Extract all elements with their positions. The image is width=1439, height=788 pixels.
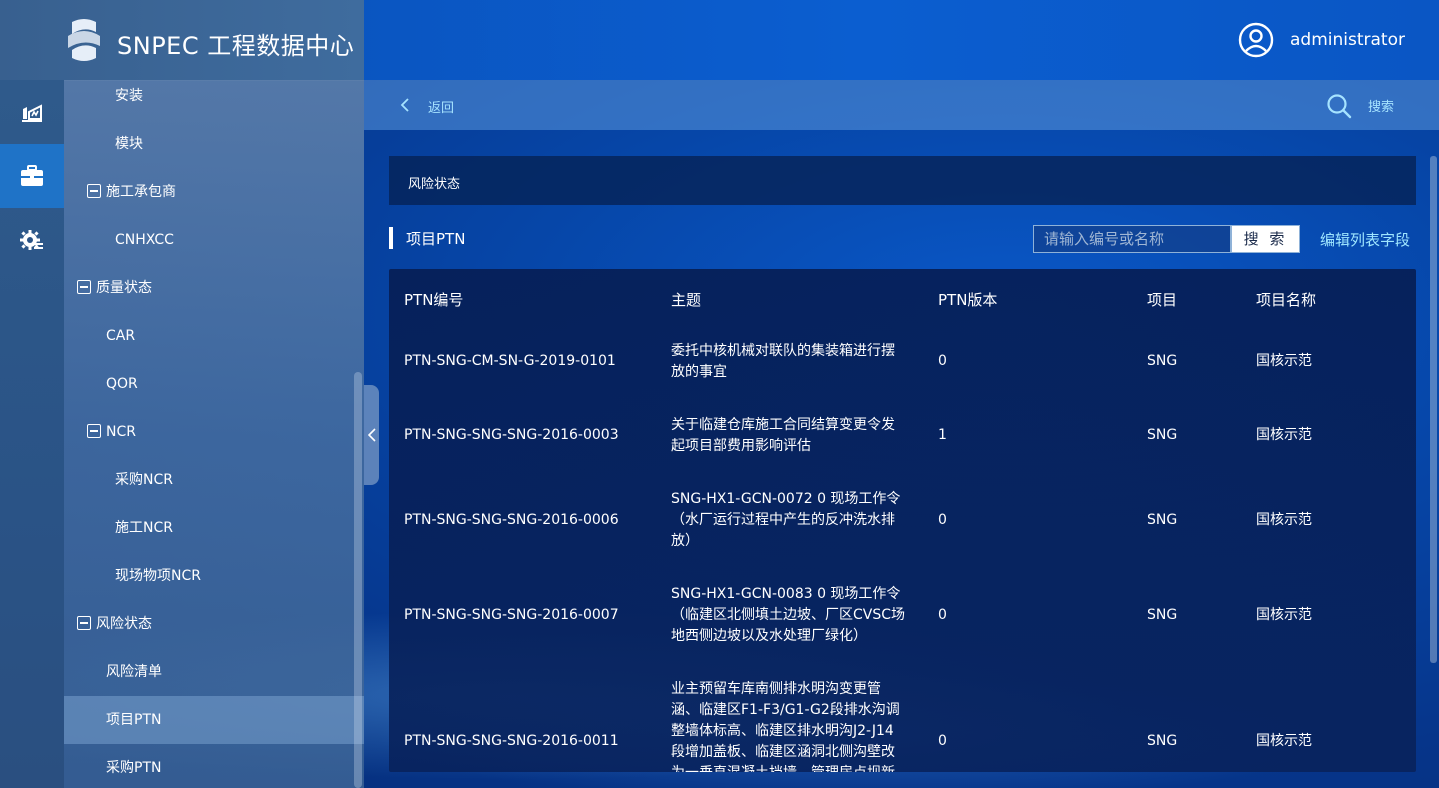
- ptn-project: SNG: [1147, 353, 1178, 369]
- title-marker: [389, 227, 393, 249]
- tree-item-label: 项目PTN: [106, 712, 162, 728]
- ptn-project-name: 国核示范: [1256, 512, 1312, 528]
- icon-rail: [0, 80, 64, 788]
- tree-item[interactable]: 风险状态: [64, 600, 364, 648]
- search-icon[interactable]: [1326, 93, 1352, 119]
- tree-item[interactable]: 质量状态: [64, 264, 364, 312]
- tree-item-label: 风险清单: [106, 664, 162, 680]
- ptn-project-name: 国核示范: [1256, 733, 1312, 749]
- ptn-project: SNG: [1147, 512, 1178, 528]
- app-title: SNPEC 工程数据中心: [117, 32, 355, 60]
- tree-item[interactable]: QOR: [64, 360, 364, 408]
- tree-scrollbar[interactable]: [354, 372, 362, 788]
- tree-item[interactable]: 采购NCR: [64, 456, 364, 504]
- tree-sidebar: 安装 模块 施工承包商 CNHXCC 质量状态 CAR QOR NCR 采购NC…: [64, 80, 364, 788]
- user-avatar-icon[interactable]: [1238, 22, 1274, 58]
- user-name[interactable]: administrator: [1290, 30, 1405, 50]
- back-link[interactable]: 返回: [428, 97, 454, 116]
- column-header[interactable]: 项目名称: [1256, 289, 1316, 310]
- tree-item-label: NCR: [106, 424, 136, 440]
- tree-item[interactable]: 施工NCR: [64, 504, 364, 552]
- ptn-id[interactable]: PTN-SNG-SNG-SNG-2016-0011: [404, 731, 619, 752]
- ptn-id[interactable]: PTN-SNG-SNG-SNG-2016-0003: [404, 425, 619, 446]
- top-header: SNPEC 工程数据中心 administrator: [0, 0, 1439, 81]
- ptn-version: 0: [938, 353, 947, 369]
- tree-item-label: 安装: [115, 88, 143, 104]
- ptn-version: 0: [938, 733, 947, 749]
- tree-item-label: CNHXCC: [115, 232, 174, 248]
- tree-item[interactable]: 施工承包商: [64, 168, 364, 216]
- page-scrollbar[interactable]: [1430, 156, 1437, 663]
- tree-item[interactable]: CAR: [64, 312, 364, 360]
- ptn-project: SNG: [1147, 427, 1178, 443]
- list-title: 项目PTN: [406, 230, 466, 248]
- section-header: 风险状态: [389, 156, 1416, 205]
- collapse-icon[interactable]: [77, 616, 91, 630]
- collapse-icon[interactable]: [87, 184, 101, 198]
- ptn-id[interactable]: PTN-SNG-CM-SN-G-2019-0101: [404, 351, 616, 372]
- brand-area: SNPEC 工程数据中心: [0, 0, 364, 81]
- tree-item-label: QOR: [106, 376, 138, 392]
- ptn-subject: SNG-HX1-GCN-0083 0 现场工作令（临建区北侧填土边坡、厂区CVS…: [671, 586, 906, 644]
- tree-item-label: 施工承包商: [106, 184, 176, 200]
- ptn-id[interactable]: PTN-SNG-SNG-SNG-2016-0006: [404, 510, 619, 531]
- briefcase-icon: [21, 165, 43, 186]
- tree-item-selected[interactable]: 项目PTN: [64, 696, 364, 744]
- search-link[interactable]: 搜索: [1368, 96, 1394, 115]
- column-header[interactable]: PTN编号: [404, 289, 463, 310]
- search-input[interactable]: [1033, 225, 1231, 253]
- section-title: 风险状态: [408, 177, 461, 192]
- ptn-project: SNG: [1147, 607, 1178, 623]
- ptn-subject: 关于临建仓库施工合同结算变更令发起项目部费用影响评估: [671, 417, 895, 454]
- tree-item-label: 风险状态: [96, 616, 152, 632]
- tree-item-label: 施工NCR: [115, 520, 173, 536]
- edit-list-fields-link[interactable]: 编辑列表字段: [1320, 229, 1410, 250]
- sidebar-collapse-handle[interactable]: [364, 385, 379, 485]
- collapse-icon[interactable]: [87, 424, 101, 438]
- tree-item-label: 采购NCR: [115, 472, 173, 488]
- rail-item-dashboard[interactable]: [0, 80, 64, 144]
- ptn-version: 0: [938, 607, 947, 623]
- dashboard-icon: [22, 104, 42, 122]
- search-button[interactable]: 搜 索: [1231, 225, 1300, 253]
- tree-item[interactable]: 采购PTN: [64, 744, 364, 788]
- ptn-project-name: 国核示范: [1256, 427, 1312, 443]
- tree-item[interactable]: 现场物项NCR: [64, 552, 364, 600]
- ptn-version: 0: [938, 512, 947, 528]
- tree-item[interactable]: CNHXCC: [64, 216, 364, 264]
- breadcrumb-bar: [364, 80, 1439, 130]
- ptn-id[interactable]: PTN-SNG-SNG-SNG-2016-0007: [404, 605, 619, 626]
- chevron-left-icon: [367, 428, 376, 442]
- ptn-version: 1: [938, 427, 947, 443]
- ptn-project-name: 国核示范: [1256, 353, 1312, 369]
- tree-item[interactable]: 安装: [64, 80, 364, 120]
- ptn-table: PTN编号 主题 PTN版本 项目 项目名称 PTN-SNG-CM-SN-G-2…: [389, 269, 1416, 772]
- tree-item-label: 采购PTN: [106, 760, 162, 776]
- rail-item-briefcase[interactable]: [0, 144, 64, 208]
- column-header[interactable]: PTN版本: [938, 289, 997, 310]
- rail-item-settings[interactable]: [0, 208, 64, 272]
- tree-item-label: 现场物项NCR: [115, 568, 201, 584]
- ptn-project-name: 国核示范: [1256, 607, 1312, 623]
- column-header[interactable]: 主题: [671, 289, 701, 310]
- column-header[interactable]: 项目: [1147, 289, 1177, 310]
- gear-settings-icon: [20, 230, 43, 250]
- tree-item[interactable]: 风险清单: [64, 648, 364, 696]
- ptn-subject: 委托中核机械对联队的集装箱进行摆放的事宜: [671, 343, 895, 380]
- tree-item-label: 质量状态: [96, 280, 152, 296]
- tree-item[interactable]: NCR: [64, 408, 364, 456]
- ptn-subject: 业主预留车库南侧排水明沟变更管涵、临建区F1-F3/G1-G2段排水沟调整墙体标…: [671, 681, 900, 772]
- back-chevron-icon[interactable]: [400, 98, 410, 112]
- collapse-icon[interactable]: [77, 280, 91, 294]
- logo-icon: [68, 19, 100, 61]
- tree-item[interactable]: 模块: [64, 120, 364, 168]
- tree-item-label: 模块: [115, 136, 143, 152]
- ptn-subject: SNG-HX1-GCN-0072 0 现场工作令（水厂运行过程中产生的反冲洗水排…: [671, 491, 901, 549]
- tree-item-label: CAR: [106, 328, 136, 344]
- ptn-project: SNG: [1147, 733, 1178, 749]
